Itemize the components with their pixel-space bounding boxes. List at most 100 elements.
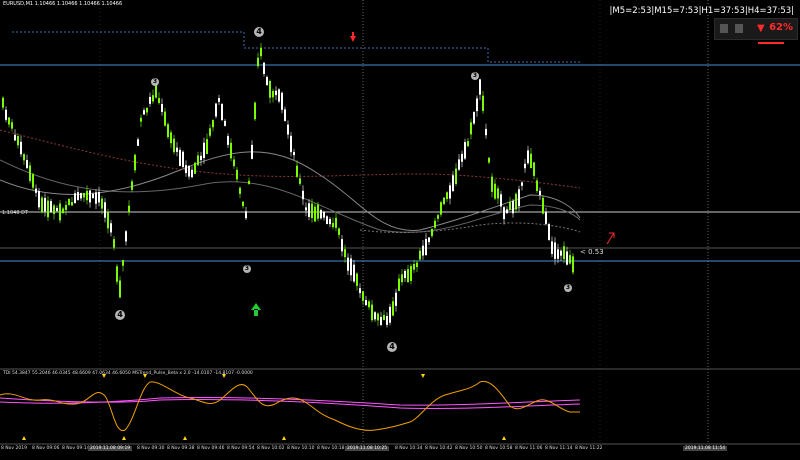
candle-body [128,205,130,212]
oscillator-label: TDI 54.3847 55.2046 46.0345 48.6609 47.0… [3,371,253,376]
signal-panel[interactable]: ▼ 62% [714,18,798,40]
candle-body [275,90,277,96]
candlestick-series[interactable] [2,43,574,328]
candle-body [287,124,289,135]
sell-marker-icon [421,374,425,378]
candle-body [23,154,25,161]
candle-body [572,256,574,273]
time-axis-label: 8 Nov 10:34 [395,446,423,451]
upper-trend-line [12,31,580,63]
candle-body [164,111,166,126]
candle-body [38,190,40,208]
candle-body [383,314,385,321]
candle-body [482,95,484,111]
candle-body [518,189,520,207]
candle-body [569,255,571,264]
candle-body [158,98,160,103]
candle-body [395,292,397,306]
candle-body [149,96,151,104]
candle-body [548,224,550,241]
candle-body [428,237,430,243]
candle-body [503,207,505,220]
candle-body [65,204,67,211]
wave-label: 3 [243,265,251,273]
candle-body [431,228,433,237]
candle-body [215,103,217,117]
time-axis-label: 8 Nov 09:14 [62,446,90,451]
candle-body [218,98,220,102]
candle-body [506,209,508,214]
oscillator-panel [0,374,581,440]
candle-body [170,132,172,144]
candle-body [110,223,112,233]
candle-body [479,79,481,95]
candle-body [11,122,13,129]
time-axis-label: 8 Nov 10:58 [485,446,513,451]
candle-body [425,238,427,256]
price-arrow-icon [606,232,615,245]
candle-body [434,220,436,228]
candle-body [125,231,127,242]
candle-body [44,197,46,212]
candle-body [437,215,439,219]
candle-body [224,120,226,126]
candle-body [35,188,37,193]
candle-body [20,141,22,155]
candle-body [188,165,190,177]
candle-body [140,117,142,122]
candle-body [242,201,244,207]
candle-body [323,212,325,218]
price-level-label: 1.1048 DT [2,210,28,216]
candle-body [62,208,64,214]
time-axis-highlight: 2019.11.08 11:54 [683,446,728,451]
candle-body [26,160,28,168]
candle-body [221,103,223,121]
candle-body [197,155,199,166]
candle-body [308,203,310,217]
down-triangle-icon: ▼ [757,23,765,34]
candle-body [53,205,55,214]
candle-body [458,159,460,170]
buy-marker-icon [502,436,506,440]
candle-body [41,197,43,213]
candle-body [113,239,115,248]
candle-body [245,211,247,219]
wave-label: 3 [471,72,479,80]
candle-body [239,187,241,194]
candle-body [512,200,514,214]
candle-body [176,147,178,152]
price-chart[interactable] [0,0,800,456]
candle-body [269,80,271,98]
candle-body [272,90,274,98]
candle-body [182,151,184,168]
chart-window[interactable]: EURUSD,M1 1.10466 1.10466 1.10466 1.1046… [0,0,800,456]
candle-body [80,193,82,199]
candle-body [554,242,556,259]
candle-body [209,128,211,136]
candle-body [344,249,346,258]
candle-body [194,162,196,174]
candle-body [251,144,253,159]
candle-body [416,262,418,268]
candle-body [191,169,193,178]
candle-body [206,139,208,155]
candle-body [449,185,451,199]
candle-body [50,201,52,212]
candle-body [47,200,49,218]
candle-body [89,190,91,203]
time-axis-label: 8 Nov 09:46 [197,446,225,451]
wave-label: 4 [115,310,125,320]
candle-body [563,246,565,260]
candle-body [464,142,466,159]
candle-body [557,249,559,259]
candle-body [329,218,331,225]
candle-body [413,264,415,270]
wave-label: 3 [151,78,159,86]
candle-body [2,97,4,108]
candle-body [368,301,370,308]
candle-body [404,270,406,279]
candle-body [116,266,118,282]
candle-body [446,192,448,200]
candle-body [107,212,109,229]
time-axis-highlight: 2019.11.08 10:25 [345,446,390,451]
